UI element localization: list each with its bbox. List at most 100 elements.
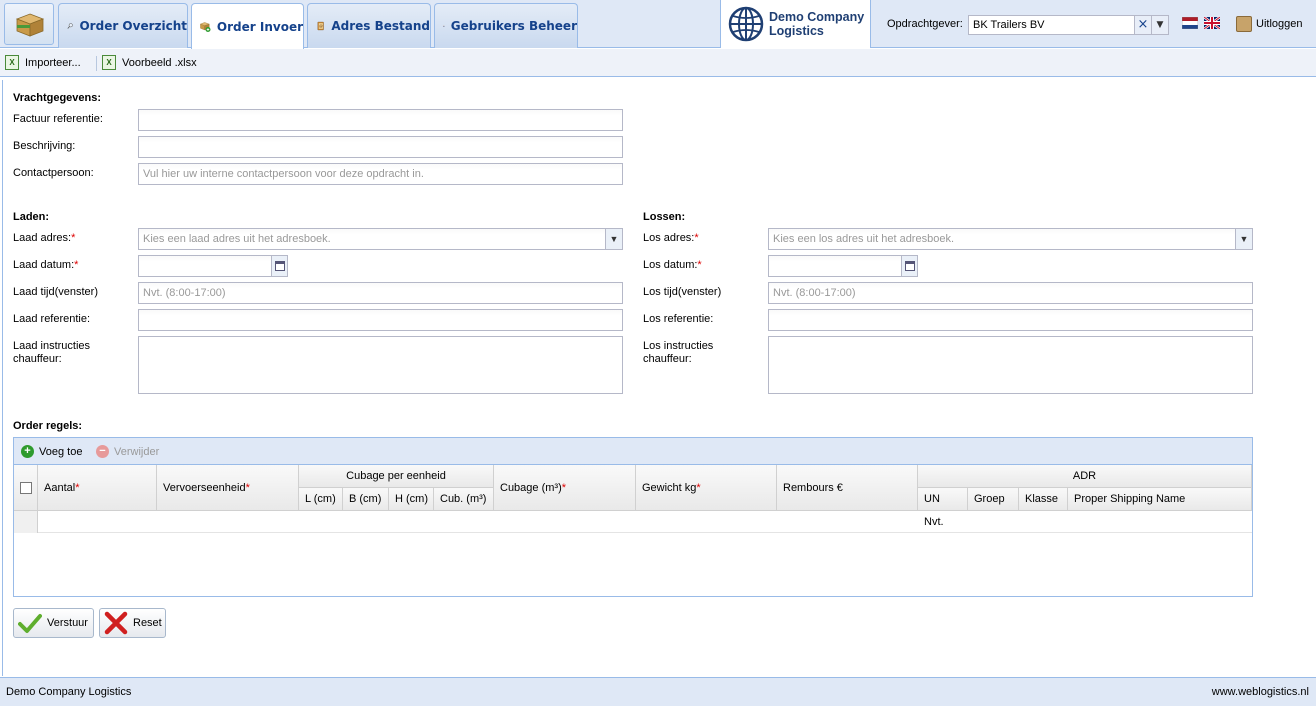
reset-button[interactable]: Reset (99, 608, 166, 638)
loading-reference-label: Laad referentie: (13, 313, 91, 325)
tab-adres-bestand[interactable]: @ Adres Bestand (307, 3, 431, 48)
invoice-reference-input[interactable] (138, 109, 623, 131)
import-label: Importeer... (25, 56, 81, 69)
app-logo[interactable] (4, 3, 54, 45)
loading-time-input[interactable]: Nvt. (8:00-17:00) (138, 282, 623, 304)
un-cell[interactable]: Nvt. (924, 516, 944, 528)
unloading-instructions-textarea[interactable] (768, 336, 1253, 394)
invoice-reference-label: Factuur referentie: (13, 113, 103, 125)
chevron-down-icon[interactable]: ▼ (605, 229, 622, 249)
logout-label: Uitloggen (1256, 18, 1303, 30)
loading-date-input[interactable] (138, 255, 272, 277)
clear-icon[interactable]: × (1134, 16, 1151, 34)
loading-address-placeholder: Kies een laad adres uit het adresboek. (143, 233, 331, 245)
package-icon (15, 13, 45, 37)
company-name: Demo Company Logistics (769, 10, 864, 38)
order-lines-grid: + Voeg toe − Verwijder Aantal * Vervoerse… (13, 437, 1253, 597)
footer-website-link[interactable]: www.weblogistics.nl (1212, 686, 1309, 698)
remove-line-label: Verwijder (114, 445, 160, 458)
column-header-aantal[interactable]: Aantal * (38, 465, 157, 511)
toolbar: X Importeer... X Voorbeeld .xlsx (0, 49, 1316, 77)
select-all-header[interactable] (14, 465, 38, 511)
column-header-klasse[interactable]: Klasse (1019, 488, 1068, 511)
column-header-cubage[interactable]: Cubage (m³) * (494, 465, 636, 511)
unloading-address-placeholder: Kies een los adres uit het adresboek. (773, 233, 955, 245)
logout-button[interactable]: Uitloggen (1236, 16, 1302, 32)
unloading-section-title: Lossen: (643, 211, 686, 223)
dutch-flag-icon[interactable] (1182, 17, 1198, 29)
column-header-cub[interactable]: Cub. (m³) (434, 488, 494, 511)
loading-section-title: Laden: (13, 211, 50, 223)
top-navigation-bar: Order Overzicht Order Invoer @ Adres Bes… (0, 0, 1316, 49)
unloading-address-label-text: Los adres: (643, 232, 695, 244)
tab-order-invoer[interactable]: Order Invoer (191, 3, 304, 49)
column-header-rembours[interactable]: Rembours € (777, 465, 918, 511)
column-header-label: Vervoerseenheid (163, 481, 246, 494)
column-header-un[interactable]: UN (918, 488, 968, 511)
unloading-instructions-label-line1: Los instructies (643, 340, 714, 352)
example-label: Voorbeeld .xlsx (122, 56, 197, 69)
example-xlsx-button[interactable]: X Voorbeeld .xlsx (102, 55, 197, 70)
client-label: Opdrachtgever: (887, 18, 963, 30)
chevron-down-icon[interactable]: ▼ (1151, 16, 1168, 34)
row-selector[interactable] (14, 511, 38, 533)
table-row[interactable]: Nvt. (14, 511, 1252, 533)
column-header-vervoerseenheid[interactable]: Vervoerseenheid * (157, 465, 299, 511)
company-name-line2: Logistics (769, 24, 824, 38)
unloading-date-input[interactable] (768, 255, 902, 277)
column-header-gewicht[interactable]: Gewicht kg * (636, 465, 777, 511)
address-book-icon: @ (317, 21, 324, 31)
loading-reference-input[interactable] (138, 309, 623, 331)
required-marker: * (75, 481, 80, 494)
logout-icon (1236, 16, 1252, 32)
loading-instructions-label-line1: Laad instructies (13, 340, 91, 352)
remove-line-button[interactable]: − Verwijder (96, 445, 159, 458)
loading-address-label-text: Laad adres: (13, 232, 72, 244)
checkmark-icon (18, 614, 42, 633)
grid-toolbar: + Voeg toe − Verwijder (14, 438, 1252, 465)
package-add-icon (200, 21, 211, 32)
magnifier-icon (67, 23, 73, 29)
required-marker: * (696, 481, 701, 494)
column-header-groep[interactable]: Groep (968, 488, 1019, 511)
add-icon: + (21, 445, 34, 458)
unloading-address-label: Los adres:* (643, 232, 699, 244)
freight-section-title: Vrachtgegevens: (13, 92, 102, 104)
unloading-time-label: Los tijd(venster) (643, 286, 722, 298)
client-value[interactable]: BK Trailers BV (973, 19, 1045, 31)
calendar-icon[interactable] (271, 255, 288, 277)
tab-order-overzicht[interactable]: Order Overzicht (58, 3, 188, 48)
order-lines-section-title: Order regels: (13, 420, 83, 432)
required-marker: * (561, 481, 567, 494)
column-header-proper-shipping-name[interactable]: Proper Shipping Name (1068, 488, 1252, 511)
unloading-reference-input[interactable] (768, 309, 1253, 331)
unloading-time-input[interactable]: Nvt. (8:00-17:00) (768, 282, 1253, 304)
unloading-date-label: Los datum:* (643, 259, 702, 271)
english-flag-icon[interactable] (1204, 17, 1220, 29)
required-marker: * (74, 259, 79, 271)
unloading-address-combobox[interactable]: Kies een los adres uit het adresboek. ▼ (768, 228, 1253, 250)
description-input[interactable] (138, 136, 623, 158)
loading-instructions-textarea[interactable] (138, 336, 623, 394)
chevron-down-icon[interactable]: ▼ (1235, 229, 1252, 249)
required-marker: * (245, 481, 250, 494)
tab-label: Order Invoer (216, 19, 303, 34)
select-all-checkbox[interactable] (19, 481, 32, 494)
loading-address-combobox[interactable]: Kies een laad adres uit het adresboek. ▼ (138, 228, 623, 250)
column-header-b[interactable]: B (cm) (343, 488, 389, 511)
submit-button[interactable]: Verstuur (13, 608, 94, 638)
unloading-instructions-label: Los instructies chauffeur: (643, 340, 713, 366)
loading-date-label-text: Laad datum: (13, 259, 75, 271)
column-header-h[interactable]: H (cm) (389, 488, 434, 511)
tab-label: Order Overzicht (79, 19, 187, 33)
column-header-label: Aantal (44, 481, 76, 494)
import-button[interactable]: X Importeer... (5, 55, 81, 70)
contact-input[interactable]: Vul hier uw interne contactpersoon voor … (138, 163, 623, 185)
add-line-button[interactable]: + Voeg toe (21, 445, 82, 458)
contact-label: Contactpersoon: (13, 167, 94, 179)
column-header-l[interactable]: L (cm) (299, 488, 343, 511)
remove-icon: − (96, 445, 109, 458)
calendar-icon[interactable] (901, 255, 918, 277)
client-combobox[interactable]: BK Trailers BV × ▼ (968, 15, 1169, 35)
tab-gebruikers-beheer[interactable]: Gebruikers Beheer (434, 3, 578, 48)
